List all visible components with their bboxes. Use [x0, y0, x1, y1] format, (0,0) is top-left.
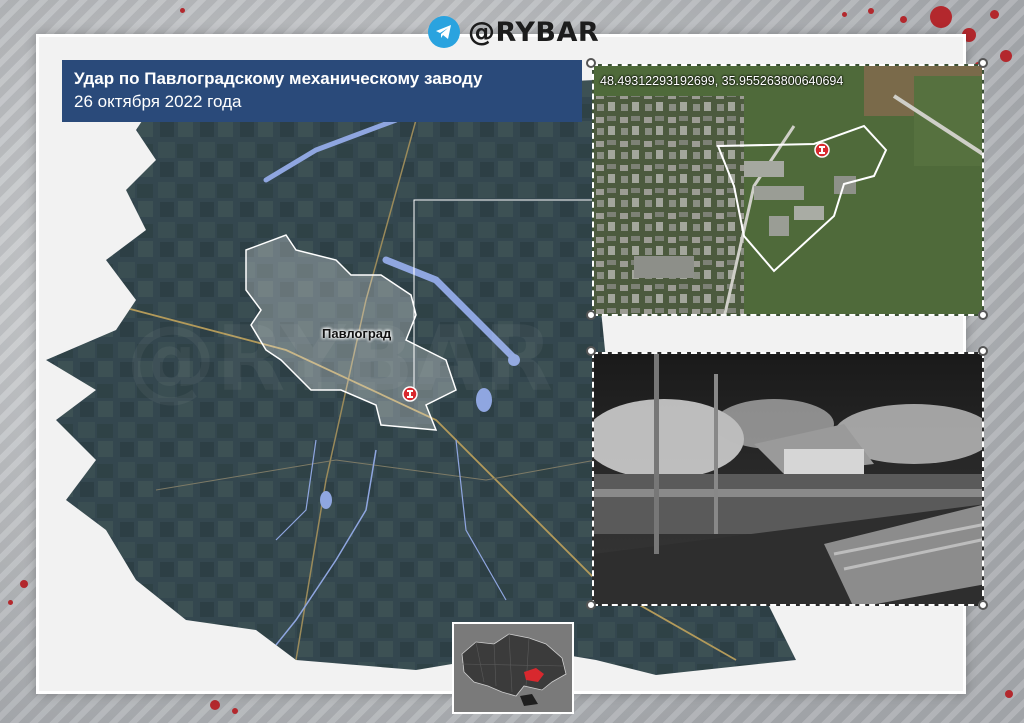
strike-marker-icon [402, 386, 418, 407]
coordinates-label: 48.49312293192699, 35.955263800640694 [600, 74, 844, 88]
title-banner: Удар по Павлоградскому механическому зав… [62, 60, 582, 122]
inset-corner-handle [978, 346, 988, 356]
brand-header: @RYBAR [428, 12, 599, 52]
inset-corner-handle [978, 310, 988, 320]
city-label: Павлоград [322, 326, 392, 341]
inset-corner-handle [978, 58, 988, 68]
event-date: 26 октября 2022 года [74, 92, 242, 111]
telegram-icon [428, 16, 460, 48]
thermal-footage-inset [592, 352, 984, 606]
brand-name: @RYBAR [468, 16, 600, 48]
overview-mini-map [452, 622, 574, 714]
inset-corner-handle [586, 58, 596, 68]
inset-corner-handle [978, 600, 988, 610]
satellite-inset: 48.49312293192699, 35.955263800640694 [592, 64, 984, 316]
page-title: Удар по Павлоградскому механическому зав… [74, 69, 483, 88]
inset-corner-handle [586, 310, 596, 320]
inset-corner-handle [586, 346, 596, 356]
inset-corner-handle [586, 600, 596, 610]
